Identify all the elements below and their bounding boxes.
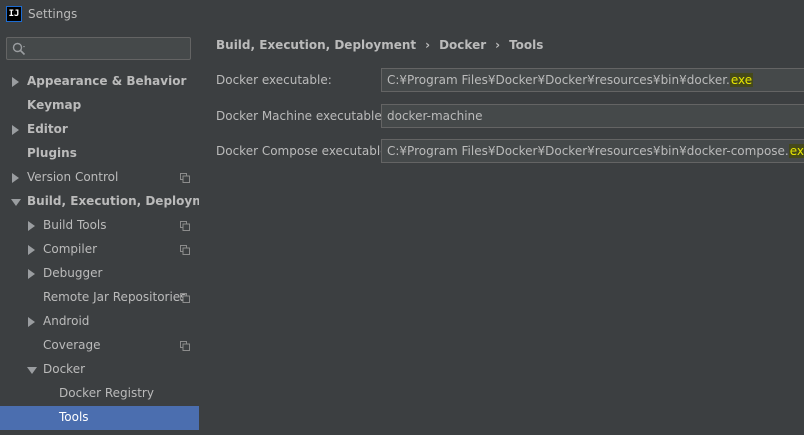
sidebar-item-debugger[interactable]: Debugger [0,262,199,286]
docker-compose-executable-label: Docker Compose executable: [216,144,392,158]
settings-content: Build, Execution, Deployment › Docker › … [199,28,804,435]
chevron-right-icon[interactable] [28,269,35,279]
sidebar-item-label: Plugins [27,146,77,160]
sidebar-item-label: Compiler [43,242,98,256]
title-bar: IJ Settings [0,0,804,28]
settings-sidebar: Appearance & Behavior Keymap Editor Plugins… [0,28,227,435]
sidebar-item-appearance-behavior[interactable]: Appearance & Behavior [0,70,199,94]
docker-compose-executable-field[interactable]: C:¥Program Files¥Docker¥Docker¥resources… [381,139,804,163]
sidebar-item-label: Keymap [27,98,82,112]
search-icon [12,42,26,56]
sidebar-item-label: Tools [59,410,89,424]
sidebar-item-label: Build, Execution, Deployment [27,194,228,208]
sidebar-item-build-tools[interactable]: Build Tools [0,214,199,238]
project-settings-icon [180,341,190,351]
sidebar-item-plugins[interactable]: Plugins [0,142,199,166]
sidebar-item-label: Build Tools [43,218,107,232]
breadcrumb: Build, Execution, Deployment › Docker › … [216,37,543,53]
sidebar-item-keymap[interactable]: Keymap [0,94,199,118]
docker-executable-field[interactable]: C:¥Program Files¥Docker¥Docker¥resources… [381,68,804,92]
exe-highlight: exe [729,73,754,87]
breadcrumb-item: Docker [439,38,487,52]
breadcrumb-item: Build, Execution, Deployment [216,38,417,52]
docker-machine-executable-label: Docker Machine executable: [216,109,386,123]
search-input[interactable] [6,37,191,60]
breadcrumb-separator: › [425,38,431,52]
sidebar-item-label: Debugger [43,266,103,280]
sidebar-item-docker-registry[interactable]: Docker Registry [0,382,199,406]
exe-highlight: exe [788,144,804,158]
docker-executable-value: C:¥Program Files¥Docker¥Docker¥resources… [387,73,730,87]
chevron-right-icon[interactable] [12,125,19,135]
chevron-down-icon[interactable] [11,199,21,206]
window-title: Settings [28,7,78,21]
sidebar-item-version-control[interactable]: Version Control [0,166,199,190]
docker-machine-executable-value: docker-machine [387,109,483,123]
sidebar-item-label: Editor [27,122,68,136]
sidebar-item-android[interactable]: Android [0,310,199,334]
docker-compose-executable-value: C:¥Program Files¥Docker¥Docker¥resources… [387,144,789,158]
chevron-right-icon[interactable] [28,221,35,231]
sidebar-item-label: Docker Registry [59,386,154,400]
sidebar-item-coverage[interactable]: Coverage [0,334,199,358]
sidebar-item-label: Remote Jar Repositories [43,290,187,304]
project-settings-icon [180,293,190,303]
chevron-right-icon[interactable] [12,77,19,87]
sidebar-item-label: Version Control [27,170,119,184]
chevron-right-icon[interactable] [28,245,35,255]
sidebar-item-label: Android [43,314,90,328]
sidebar-item-remote-jar-repositories[interactable]: Remote Jar Repositories [0,286,199,310]
docker-machine-executable-field[interactable]: docker-machine [381,104,804,128]
chevron-right-icon[interactable] [28,317,35,327]
sidebar-item-label: Docker [43,362,86,376]
sidebar-item-label: Appearance & Behavior [27,74,187,88]
sidebar-item-editor[interactable]: Editor [0,118,199,142]
project-settings-icon [180,173,190,183]
sidebar-item-compiler[interactable]: Compiler [0,238,199,262]
chevron-down-icon[interactable] [27,367,37,374]
breadcrumb-item: Tools [509,38,544,52]
search-field[interactable] [29,40,187,57]
breadcrumb-separator: › [495,38,501,52]
sidebar-item-label: Coverage [43,338,101,352]
project-settings-icon [180,245,190,255]
project-settings-icon [180,221,190,231]
sidebar-item-tools[interactable]: Tools [0,406,199,430]
sidebar-item-docker[interactable]: Docker [0,358,199,382]
docker-executable-label: Docker executable: [216,73,332,87]
sidebar-item-build-execution-deployment[interactable]: Build, Execution, Deployment [0,190,227,214]
intellij-logo-icon: IJ [6,6,22,22]
chevron-right-icon[interactable] [12,173,19,183]
